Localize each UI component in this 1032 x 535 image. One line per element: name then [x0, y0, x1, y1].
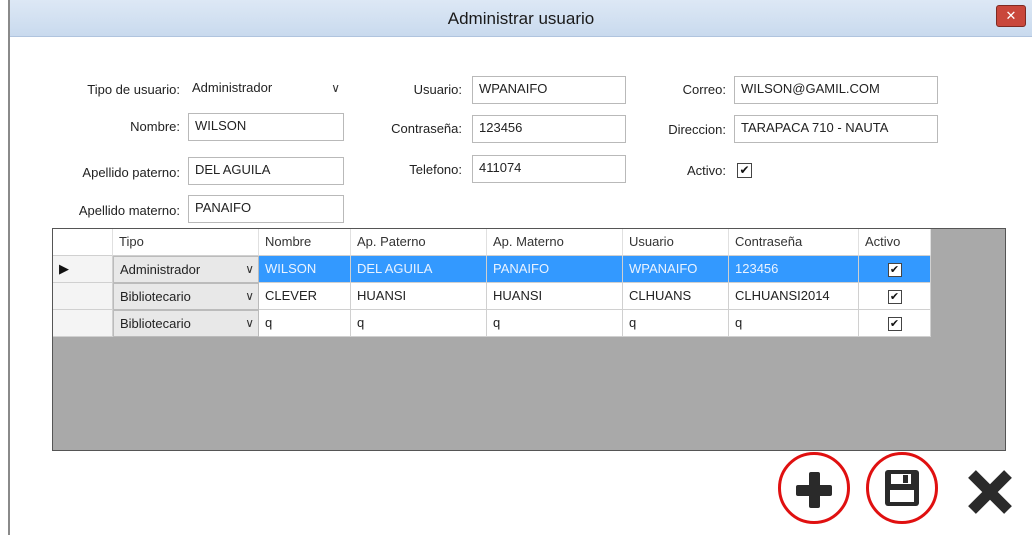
nombre-cell[interactable]: WILSON	[259, 256, 351, 283]
tipo-usuario-value: Administrador	[192, 80, 273, 95]
nombre-label: Nombre:	[130, 119, 180, 134]
nombre-cell[interactable]: CLEVER	[259, 283, 351, 310]
activo-cell-checkbox[interactable]: ✔	[887, 263, 902, 277]
activo-cell[interactable]: ✔	[859, 256, 931, 283]
telefono-input[interactable]: 411074	[472, 155, 626, 183]
admin-user-window: Administrar usuario ✕ Tipo de usuario: A…	[8, 0, 1032, 535]
current-row-arrow-icon: ▶	[53, 256, 113, 283]
table-row[interactable]: ▶ Administrador ∨ WILSON DEL AGUILA PANAI…	[53, 256, 931, 283]
add-user-button[interactable]	[778, 452, 850, 524]
usuario-cell[interactable]: CLHUANS	[623, 283, 729, 310]
cancel-button[interactable]	[960, 462, 1020, 522]
close-window-button[interactable]: ✕	[996, 5, 1026, 27]
direccion-input[interactable]: TARAPACA 710 - NAUTA	[734, 115, 938, 143]
contrasena-input[interactable]: 123456	[472, 115, 626, 143]
apellido-paterno-input[interactable]: DEL AGUILA	[188, 157, 344, 185]
col-header-ap-materno[interactable]: Ap. Materno	[487, 229, 623, 256]
nombre-cell[interactable]: q	[259, 310, 351, 337]
window-title: Administrar usuario	[447, 9, 595, 28]
plus-icon-vertical	[809, 472, 820, 508]
ap-materno-cell[interactable]: HUANSI	[487, 283, 623, 310]
usuario-cell[interactable]: q	[623, 310, 729, 337]
row-header	[53, 310, 113, 337]
nombre-input[interactable]: WILSON	[188, 113, 344, 141]
tipo-cell-combo[interactable]: Bibliotecario ∨	[113, 283, 259, 310]
title-bar: Administrar usuario ✕	[10, 0, 1032, 37]
apellido-materno-input[interactable]: PANAIFO	[188, 195, 344, 223]
tipo-cell-value: Bibliotecario	[120, 289, 191, 304]
row-header-corner	[53, 229, 113, 256]
grid-header-row: Tipo Nombre Ap. Paterno Ap. Materno Usua…	[53, 229, 931, 256]
col-header-nombre[interactable]: Nombre	[259, 229, 351, 256]
activo-checkbox[interactable]: ✔	[737, 163, 752, 178]
usuario-label: Usuario:	[413, 82, 462, 97]
direccion-label: Direccion:	[668, 122, 726, 137]
col-header-contrasena[interactable]: Contraseña	[729, 229, 859, 256]
activo-cell[interactable]: ✔	[859, 310, 931, 337]
apellido-paterno-label: Apellido paterno:	[82, 165, 180, 180]
correo-label: Correo:	[682, 82, 726, 97]
tipo-cell-value: Administrador	[120, 262, 201, 277]
ap-paterno-cell[interactable]: q	[351, 310, 487, 337]
correo-input[interactable]: WILSON@GAMIL.COM	[734, 76, 938, 104]
tipo-usuario-select[interactable]: Administrador ∨	[188, 76, 344, 104]
ap-paterno-cell[interactable]: HUANSI	[351, 283, 487, 310]
contrasena-cell[interactable]: CLHUANSI2014	[729, 283, 859, 310]
save-user-button[interactable]	[866, 452, 938, 524]
floppy-disk-icon	[885, 470, 919, 506]
ap-paterno-cell[interactable]: DEL AGUILA	[351, 256, 487, 283]
col-header-tipo[interactable]: Tipo	[113, 229, 259, 256]
chevron-down-icon: ∨	[331, 81, 340, 95]
tipo-cell-value: Bibliotecario	[120, 316, 191, 331]
usuario-cell[interactable]: WPANAIFO	[623, 256, 729, 283]
chevron-down-icon: ∨	[245, 316, 254, 330]
table-row[interactable]: Bibliotecario ∨ CLEVER HUANSI HUANSI CLHU…	[53, 283, 931, 310]
contrasena-cell[interactable]: 123456	[729, 256, 859, 283]
chevron-down-icon: ∨	[245, 262, 254, 276]
col-header-usuario[interactable]: Usuario	[623, 229, 729, 256]
table-row[interactable]: Bibliotecario ∨ q q q q q ✔	[53, 310, 931, 337]
activo-cell-checkbox[interactable]: ✔	[887, 290, 902, 304]
tipo-cell-combo[interactable]: Administrador ∨	[113, 256, 259, 283]
row-header	[53, 283, 113, 310]
usuario-input[interactable]: WPANAIFO	[472, 76, 626, 104]
telefono-label: Telefono:	[409, 162, 462, 177]
ap-materno-cell[interactable]: PANAIFO	[487, 256, 623, 283]
chevron-down-icon: ∨	[245, 289, 254, 303]
tipo-usuario-label: Tipo de usuario:	[87, 82, 180, 97]
activo-cell[interactable]: ✔	[859, 283, 931, 310]
contrasena-label: Contraseña:	[391, 121, 462, 136]
col-header-activo[interactable]: Activo	[859, 229, 931, 256]
activo-label: Activo:	[686, 163, 726, 178]
contrasena-cell[interactable]: q	[729, 310, 859, 337]
users-data-grid: Tipo Nombre Ap. Paterno Ap. Materno Usua…	[52, 228, 1006, 451]
apellido-materno-label: Apellido materno:	[78, 203, 180, 218]
ap-materno-cell[interactable]: q	[487, 310, 623, 337]
col-header-ap-paterno[interactable]: Ap. Paterno	[351, 229, 487, 256]
tipo-cell-combo[interactable]: Bibliotecario ∨	[113, 310, 259, 337]
activo-cell-checkbox[interactable]: ✔	[887, 317, 902, 331]
close-x-icon	[968, 470, 1012, 514]
